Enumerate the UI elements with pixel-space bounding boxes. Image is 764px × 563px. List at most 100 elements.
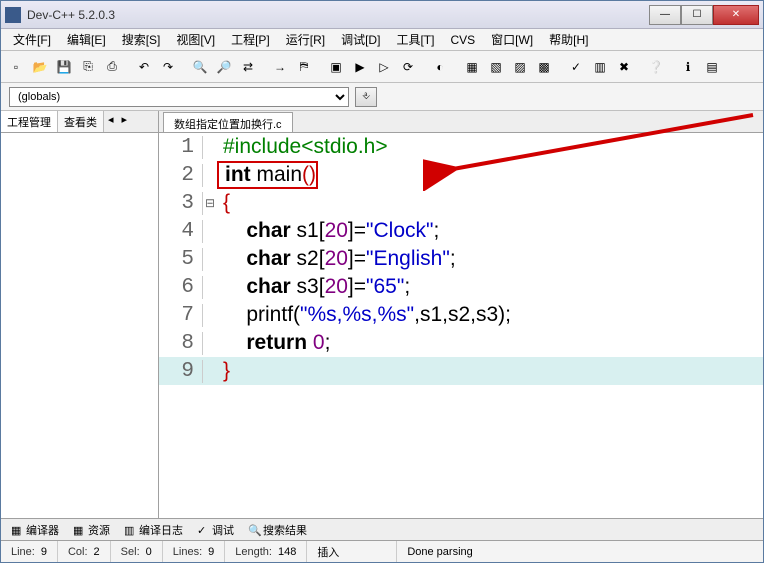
- toolbar-save-button[interactable]: 💾: [53, 56, 75, 78]
- fold-icon[interactable]: ⊟: [203, 196, 217, 210]
- code-line[interactable]: 2int main(): [159, 161, 763, 189]
- sb-line: 9: [41, 546, 47, 558]
- code-area[interactable]: 1#include<stdio.h>2int main()3⊟{4 char s…: [159, 133, 763, 518]
- code-text[interactable]: char s1[20]="Clock";: [217, 219, 439, 243]
- menu-window[interactable]: 窗口[W]: [483, 29, 541, 50]
- close-button[interactable]: ✕: [713, 5, 759, 25]
- toolbar-stop-button[interactable]: ✖: [613, 56, 635, 78]
- code-line[interactable]: 7 printf("%s,%s,%s",s1,s2,s3);: [159, 301, 763, 329]
- toolbar-undo-button[interactable]: ↶: [133, 56, 155, 78]
- toolbar-compilerun-button[interactable]: ▷: [373, 56, 395, 78]
- line-number: 7: [159, 304, 203, 327]
- sidebar-tab-project[interactable]: 工程管理: [1, 111, 58, 132]
- toolbar-about-button[interactable]: ℹ: [677, 56, 699, 78]
- toolbar-saveall-button[interactable]: ⎘: [77, 56, 99, 78]
- toolbar-layout1-button[interactable]: ▦: [461, 56, 483, 78]
- sidebar-tab-classes[interactable]: 查看类: [58, 111, 104, 132]
- toolbar-find-button[interactable]: 🔍: [189, 56, 211, 78]
- sb-length: 148: [278, 546, 296, 558]
- code-line[interactable]: 4 char s1[20]="Clock";: [159, 217, 763, 245]
- sidebar: 工程管理 查看类 ◂ ▸: [1, 111, 159, 518]
- code-text[interactable]: char s3[20]="65";: [217, 275, 410, 299]
- code-text[interactable]: }: [217, 359, 230, 383]
- code-text[interactable]: #include<stdio.h>: [217, 135, 388, 159]
- check-icon: ✓: [197, 524, 209, 536]
- toolbar-replace-button[interactable]: 🔎: [213, 56, 235, 78]
- titlebar: Dev-C++ 5.2.0.3 — ☐ ✕: [1, 1, 763, 29]
- toolbar-layout4-button[interactable]: ▩: [533, 56, 555, 78]
- sidebar-nav-next[interactable]: ▸: [118, 111, 132, 132]
- sb-sel-label: Sel:: [121, 546, 140, 558]
- toolbar-goto-button[interactable]: →: [269, 56, 291, 78]
- grid-icon: ▦: [11, 524, 23, 536]
- toolbar-chart-button[interactable]: ▥: [589, 56, 611, 78]
- sb-line-label: Line:: [11, 546, 35, 558]
- menubar: 文件[F] 编辑[E] 搜索[S] 视图[V] 工程[P] 运行[R] 调试[D…: [1, 29, 763, 51]
- window-title: Dev-C++ 5.2.0.3: [27, 8, 649, 22]
- toolbar-help-button[interactable]: ❔: [645, 56, 667, 78]
- chart-icon: ▥: [124, 524, 136, 536]
- toolbar-bookmark-button[interactable]: ⛿: [293, 56, 315, 78]
- sidebar-nav-prev[interactable]: ◂: [104, 111, 118, 132]
- sb-lines: 9: [208, 546, 214, 558]
- toolbar-rebuild-button[interactable]: ⟳: [397, 56, 419, 78]
- toolbar-run-button[interactable]: ▶: [349, 56, 371, 78]
- code-text[interactable]: {: [217, 191, 230, 215]
- file-tab[interactable]: 数组指定位置加换行.c: [163, 112, 293, 132]
- menu-edit[interactable]: 编辑[E]: [59, 29, 114, 50]
- sidebar-content: [1, 133, 158, 518]
- line-number: 4: [159, 220, 203, 243]
- code-line[interactable]: 1 #include<stdio.h>: [159, 133, 763, 161]
- btab-compiler[interactable]: ▦编译器: [5, 520, 65, 540]
- menu-view[interactable]: 视图[V]: [168, 29, 223, 50]
- toolbar-check-button[interactable]: ✓: [565, 56, 587, 78]
- sb-length-label: Length:: [235, 546, 272, 558]
- code-text[interactable]: return 0;: [217, 331, 330, 355]
- toolbar-new-button[interactable]: ▫: [5, 56, 27, 78]
- btab-debug[interactable]: ✓调试: [191, 520, 240, 540]
- maximize-button[interactable]: ☐: [681, 5, 713, 25]
- line-number: 1: [159, 136, 203, 159]
- sb-insert: 插入: [317, 544, 339, 560]
- code-line[interactable]: 6 char s3[20]="65";: [159, 273, 763, 301]
- line-number: 8: [159, 332, 203, 355]
- menu-debug[interactable]: 调试[D]: [333, 29, 388, 50]
- toolbar-print-button[interactable]: ⎙: [101, 56, 123, 78]
- toolbar-info-button[interactable]: ▤: [701, 56, 723, 78]
- sb-parse: Done parsing: [407, 546, 472, 558]
- toolbar-debug-button[interactable]: ◐: [429, 56, 451, 78]
- line-number: 5: [159, 248, 203, 271]
- btab-search[interactable]: 🔍搜索结果: [242, 520, 313, 540]
- menu-tools[interactable]: 工具[T]: [388, 29, 442, 50]
- minimize-button[interactable]: —: [649, 5, 681, 25]
- toolbar-open-button[interactable]: 📂: [29, 56, 51, 78]
- toolbar-redo-button[interactable]: ↷: [157, 56, 179, 78]
- code-text[interactable]: printf("%s,%s,%s",s1,s2,s3);: [217, 303, 511, 327]
- grid-icon: ▦: [73, 524, 85, 536]
- toolbar-layout2-button[interactable]: ▧: [485, 56, 507, 78]
- sb-col-label: Col:: [68, 546, 88, 558]
- toolbar-findnext-button[interactable]: ⇄: [237, 56, 259, 78]
- menu-cvs[interactable]: CVS: [442, 31, 483, 49]
- code-text[interactable]: char s2[20]="English";: [217, 247, 456, 271]
- code-line[interactable]: 3⊟{: [159, 189, 763, 217]
- toolbar-layout3-button[interactable]: ▨: [509, 56, 531, 78]
- menu-search[interactable]: 搜索[S]: [114, 29, 169, 50]
- globals-select[interactable]: (globals): [9, 87, 349, 107]
- menu-file[interactable]: 文件[F]: [5, 29, 59, 50]
- code-line[interactable]: 5 char s2[20]="English";: [159, 245, 763, 273]
- statusbar: Line:9 Col:2 Sel:0 Lines:9 Length:148 插入…: [1, 540, 763, 562]
- code-text[interactable]: int main(): [217, 161, 318, 189]
- menu-help[interactable]: 帮助[H]: [541, 29, 596, 50]
- code-line[interactable]: 9}: [159, 357, 763, 385]
- btab-resources[interactable]: ▦资源: [67, 520, 116, 540]
- search-icon: 🔍: [248, 524, 260, 536]
- sb-col: 2: [94, 546, 100, 558]
- menu-run[interactable]: 运行[R]: [278, 29, 333, 50]
- toolbar-compile-button[interactable]: ▣: [325, 56, 347, 78]
- toolbar: ▫📂💾⎘⎙ ↶↷ 🔍🔎⇄ →⛿ ▣▶▷⟳ ◐ ▦▧▨▩ ✓▥✖ ❔ ℹ▤: [1, 51, 763, 83]
- btab-compilelog[interactable]: ▥编译日志: [118, 520, 189, 540]
- menu-project[interactable]: 工程[P]: [223, 29, 278, 50]
- code-line[interactable]: 8 return 0;: [159, 329, 763, 357]
- globals-insert-button[interactable]: ⎀: [355, 87, 377, 107]
